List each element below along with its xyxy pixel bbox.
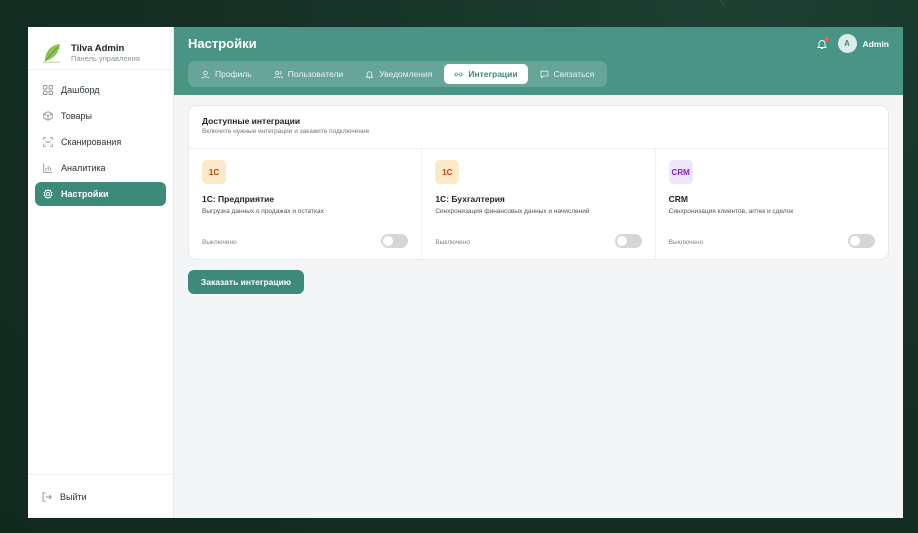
integrations-card: Доступные интеграции Включите нужные инт… bbox=[188, 105, 889, 260]
integration-description: Синхронизация клиентов, аптек и сделок bbox=[668, 208, 794, 215]
header-actions: A Admin bbox=[816, 34, 889, 53]
link-icon bbox=[454, 70, 463, 79]
sidebar-item-label: Аналитика bbox=[61, 163, 106, 173]
integration-toggle[interactable] bbox=[847, 234, 875, 248]
tab-label: Интеграции bbox=[468, 69, 518, 79]
users-icon bbox=[273, 70, 283, 79]
app-window: Tilva Admin Панель управления Дашборд То… bbox=[28, 27, 903, 518]
integrations-card-title: Доступные интеграции bbox=[202, 116, 301, 126]
integration-status: Выключено bbox=[435, 239, 470, 246]
logout-button[interactable]: Выйти bbox=[42, 492, 87, 502]
avatar: A bbox=[837, 34, 857, 53]
brand-subtitle: Панель управления bbox=[71, 53, 140, 63]
integration-crm: CRM CRM Синхронизация клиентов, аптек и … bbox=[656, 149, 888, 260]
sidebar-item-products[interactable]: Товары bbox=[35, 104, 166, 128]
tab-label: Уведомления bbox=[379, 69, 433, 79]
sidebar-item-label: Товары bbox=[61, 111, 92, 121]
box-icon bbox=[43, 111, 53, 121]
sidebar-nav: Дашборд Товары Сканирования Аналитика На… bbox=[28, 70, 173, 206]
sidebar-item-analytics[interactable]: Аналитика bbox=[35, 156, 166, 180]
integrations-card-subtitle: Включите нужные интеграции и закажите по… bbox=[202, 128, 370, 135]
tab-label: Связаться bbox=[553, 69, 595, 79]
integration-description: Выгрузка данных о продажах и остатках bbox=[202, 208, 324, 215]
integration-badge: CRM bbox=[668, 160, 693, 184]
integration-badge: 1С bbox=[202, 160, 226, 184]
order-integration-button[interactable]: Заказать интеграцию bbox=[188, 270, 304, 294]
integrations-grid: 1С 1С: Предприятие Выгрузка данных о про… bbox=[189, 149, 888, 260]
user-icon bbox=[201, 70, 210, 79]
integration-toggle[interactable] bbox=[614, 234, 642, 248]
brand-title: Tilva Admin bbox=[71, 42, 125, 54]
tab-label: Пользователи bbox=[287, 69, 344, 79]
main-area: Настройки A Admin Профиль Пользователи У… bbox=[174, 27, 903, 518]
integration-description: Синхронизация финансовых данных и начисл… bbox=[435, 208, 590, 215]
header: Настройки A Admin Профиль Пользователи У… bbox=[174, 27, 903, 95]
scan-icon bbox=[43, 137, 53, 147]
user-menu[interactable]: A Admin bbox=[837, 34, 889, 53]
sidebar-item-label: Сканирования bbox=[61, 137, 122, 147]
integration-toggle[interactable] bbox=[381, 234, 409, 248]
sidebar: Tilva Admin Панель управления Дашборд То… bbox=[28, 27, 174, 518]
sidebar-item-dashboard[interactable]: Дашборд bbox=[35, 78, 166, 102]
integration-1c-accounting: 1С 1С: Бухгалтерия Синхронизация финансо… bbox=[422, 149, 656, 260]
tab-contact[interactable]: Связаться bbox=[530, 64, 605, 84]
sidebar-item-label: Настройки bbox=[61, 189, 109, 199]
user-name: Admin bbox=[862, 38, 889, 49]
chart-icon bbox=[43, 163, 53, 173]
brand: Tilva Admin Панель управления bbox=[28, 27, 173, 69]
integration-name: CRM bbox=[668, 194, 689, 204]
grid-icon bbox=[43, 85, 53, 95]
sidebar-item-label: Дашборд bbox=[61, 85, 100, 95]
tab-profile[interactable]: Профиль bbox=[191, 64, 262, 84]
tab-integrations[interactable]: Интеграции bbox=[444, 64, 528, 84]
leaf-logo-icon bbox=[43, 44, 60, 63]
logout-label: Выйти bbox=[60, 491, 87, 502]
gear-icon bbox=[43, 189, 53, 199]
tab-users[interactable]: Пользователи bbox=[264, 64, 353, 84]
notification-dot bbox=[824, 36, 829, 41]
tab-label: Профиль bbox=[215, 69, 252, 79]
logout-icon bbox=[42, 491, 52, 502]
notification-bell-icon[interactable] bbox=[816, 36, 829, 50]
integration-status: Выключено bbox=[202, 239, 237, 246]
settings-tabs: Профиль Пользователи Уведомления Интегра… bbox=[188, 61, 608, 87]
sidebar-item-settings[interactable]: Настройки bbox=[35, 182, 166, 206]
integration-badge: 1С bbox=[435, 160, 460, 184]
integration-1c-enterprise: 1С 1С: Предприятие Выгрузка данных о про… bbox=[189, 149, 423, 260]
brand-text: Tilva Admin Панель управления bbox=[71, 43, 140, 64]
sidebar-item-scans[interactable]: Сканирования bbox=[35, 130, 166, 154]
integration-status: Выключено bbox=[668, 239, 704, 246]
integration-name: 1С: Предприятие bbox=[202, 194, 275, 204]
bell-icon bbox=[365, 70, 374, 79]
integrations-card-header: Доступные интеграции Включите нужные инт… bbox=[189, 106, 888, 149]
page-title: Настройки bbox=[188, 36, 257, 51]
integration-name: 1С: Бухгалтерия bbox=[435, 194, 505, 204]
sidebar-footer: Выйти bbox=[28, 474, 173, 518]
content-area: Доступные интеграции Включите нужные инт… bbox=[174, 95, 903, 304]
chat-icon bbox=[540, 70, 549, 79]
tab-notifications[interactable]: Уведомления bbox=[355, 64, 442, 84]
